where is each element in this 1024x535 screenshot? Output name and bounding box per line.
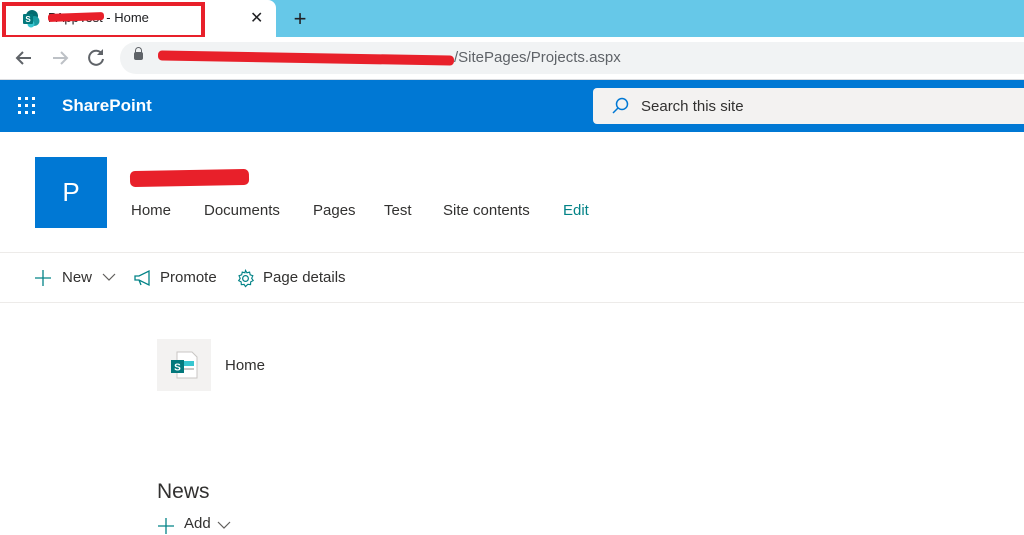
promote-button[interactable]: Promote: [133, 267, 223, 289]
new-tab-button[interactable]: +: [288, 6, 312, 32]
reload-icon[interactable]: [84, 46, 108, 70]
page-thumbnail[interactable]: S: [157, 339, 211, 391]
page-details-button[interactable]: Page details: [236, 267, 351, 289]
plus-icon: [35, 270, 51, 286]
nav-item-pages[interactable]: Pages: [313, 202, 356, 219]
suite-bar: SharePoint Search this site: [0, 80, 1024, 132]
close-tab-icon[interactable]: ✕: [250, 8, 263, 28]
gear-icon: [237, 269, 255, 288]
lock-icon: [134, 47, 143, 60]
command-bar: New Promote Page details: [0, 263, 1024, 293]
news-add-label: Add: [184, 515, 211, 532]
redaction-mark: [157, 50, 455, 66]
chevron-down-icon: [217, 521, 231, 529]
divider: [0, 252, 1024, 253]
news-heading: News: [157, 480, 210, 503]
search-placeholder: Search this site: [641, 98, 744, 115]
new-button[interactable]: New: [34, 267, 118, 289]
app-launcher-icon[interactable]: [18, 97, 36, 115]
nav-item-documents[interactable]: Documents: [204, 202, 280, 219]
svg-text:S: S: [174, 363, 181, 374]
page-details-label: Page details: [263, 269, 346, 286]
nav-item-test[interactable]: Test: [384, 202, 412, 219]
url-text: /SitePages/Projects.aspx: [454, 49, 621, 66]
site-logo[interactable]: P: [35, 157, 107, 228]
megaphone-icon: [134, 269, 150, 287]
nav-edit-link[interactable]: Edit: [563, 202, 589, 219]
forward-arrow-icon[interactable]: [48, 46, 72, 70]
page-link-home[interactable]: Home: [225, 357, 265, 374]
address-bar[interactable]: /SitePages/Projects.aspx: [120, 42, 1024, 74]
divider: [0, 302, 1024, 303]
chevron-down-icon: [102, 273, 116, 281]
nav-item-home[interactable]: Home: [131, 202, 171, 219]
new-button-label: New: [62, 269, 93, 286]
nav-item-site-contents[interactable]: Site contents: [443, 202, 530, 219]
browser-tab-strip: S PAppTest - Home ✕ +: [0, 0, 1024, 39]
plus-icon: [158, 518, 174, 534]
sharepoint-page-icon: S: [171, 351, 198, 379]
redaction-mark: [129, 168, 250, 188]
search-icon: [612, 97, 629, 114]
browser-toolbar: /SitePages/Projects.aspx: [0, 37, 1024, 80]
promote-button-label: Promote: [160, 269, 217, 286]
site-search-box[interactable]: Search this site: [593, 88, 1024, 124]
tab-highlight-box: [2, 2, 205, 39]
back-arrow-icon[interactable]: [12, 46, 36, 70]
sharepoint-brand-link[interactable]: SharePoint: [62, 96, 152, 116]
